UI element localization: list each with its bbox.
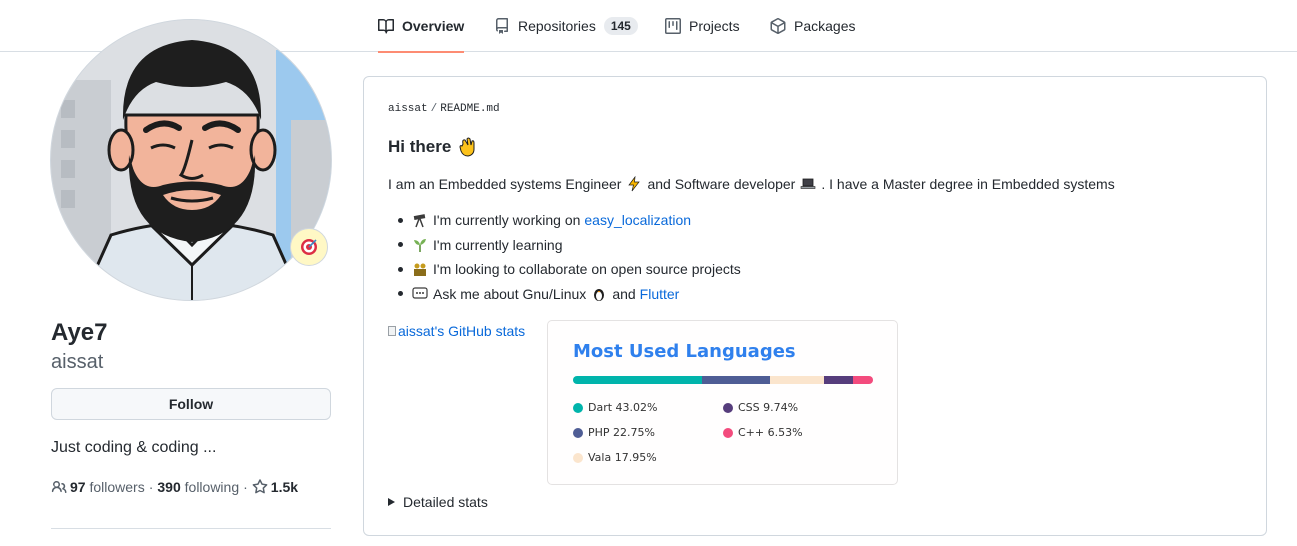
bullet-text: I'm looking to collaborate on open sourc…	[433, 261, 741, 278]
readme-file-link[interactable]: README.md	[440, 103, 499, 115]
path-separator: /	[430, 103, 438, 115]
intro-text: and Software developer	[647, 176, 796, 192]
follow-button[interactable]: Follow	[51, 388, 331, 420]
package-icon	[770, 18, 786, 34]
followers-link[interactable]: 97 followers	[51, 479, 145, 495]
bullet-text: and	[612, 285, 636, 302]
language-progress-bar	[573, 376, 873, 384]
follow-stats: 97 followers · 390 following · 1.5k	[51, 479, 298, 495]
intro-text: . I have a Master degree in Embedded sys…	[821, 176, 1115, 192]
disclosure-triangle-icon	[388, 498, 395, 506]
list-item: I'm looking to collaborate on open sourc…	[398, 257, 741, 282]
language-color-dot	[723, 402, 733, 413]
following-label: following	[184, 479, 240, 495]
language-color-dot	[573, 427, 583, 438]
telescope-icon	[412, 212, 428, 228]
project-icon	[665, 18, 681, 34]
stars-link[interactable]: 1.5k	[252, 479, 298, 495]
penguin-icon	[591, 286, 607, 302]
flutter-link[interactable]: Flutter	[640, 286, 680, 302]
dart-target-icon[interactable]	[290, 228, 328, 266]
language-legend-item: Vala 17.95%	[573, 451, 657, 464]
easy-localization-link[interactable]: easy_localization	[584, 212, 691, 228]
tab-label: Packages	[794, 18, 856, 34]
language-color-dot	[573, 402, 583, 413]
avatar[interactable]	[50, 19, 332, 301]
language-bar-segment	[573, 376, 703, 384]
card-title: Most Used Languages	[573, 341, 796, 362]
most-used-languages-card[interactable]: Most Used Languages Dart 43.02% PHP 22.75…	[547, 320, 898, 485]
profile-login: aissat	[51, 351, 104, 373]
language-percent: 9.74%	[763, 401, 799, 414]
seedling-icon	[412, 237, 428, 253]
stats-alt-text: aissat's GitHub stats	[398, 323, 526, 339]
separator: ·	[148, 479, 154, 495]
tab-projects[interactable]: Projects	[665, 0, 740, 52]
separator: ·	[243, 479, 248, 495]
detailed-stats-toggle[interactable]: Detailed stats	[388, 494, 488, 510]
language-name: CSS	[738, 401, 760, 414]
broken-image-icon	[388, 326, 396, 336]
readme-card: aissat / README.md Hi there I am an Embedd…	[363, 76, 1267, 536]
intro-text: I am an Embedded systems Engineer	[388, 176, 622, 192]
avatar-illustration	[51, 20, 331, 300]
speech-bubble-icon	[412, 286, 428, 302]
followers-label: followers	[89, 479, 145, 495]
tab-label: Projects	[689, 18, 740, 34]
waving-hand-icon	[457, 136, 479, 158]
book-icon	[378, 18, 394, 34]
language-name: Vala	[588, 451, 612, 464]
laptop-icon	[800, 176, 816, 192]
readme-heading: Hi there	[388, 136, 484, 158]
tab-overview[interactable]: Overview	[378, 0, 465, 53]
divider	[51, 528, 331, 529]
repo-icon	[494, 18, 510, 34]
readme-owner-link[interactable]: aissat	[388, 103, 428, 115]
people-icon	[412, 261, 428, 277]
language-legend-item: C++ 6.53%	[723, 426, 803, 439]
followers-count: 97	[70, 479, 86, 495]
language-bar-segment	[702, 376, 771, 384]
lightning-icon	[626, 176, 642, 192]
readme-path: aissat / README.md	[388, 103, 500, 115]
github-stats-image-link[interactable]: aissat's GitHub stats	[388, 323, 525, 339]
list-item: Ask me about Gnu/Linux and Flutter	[398, 282, 741, 307]
readme-bullets: I'm currently working on easy_localizati…	[398, 208, 741, 306]
language-bar-segment	[770, 376, 825, 384]
language-percent: 22.75%	[613, 426, 655, 439]
repo-count-badge: 145	[603, 17, 638, 35]
bullet-text: I'm currently learning	[433, 236, 563, 253]
profile-bio: Just coding & coding ...	[51, 439, 217, 456]
list-item: I'm currently learning	[398, 233, 741, 258]
people-icon	[51, 481, 67, 494]
language-color-dot	[723, 427, 733, 438]
language-bar-segment	[853, 376, 873, 384]
list-item: I'm currently working on easy_localizati…	[398, 208, 741, 233]
language-color-dot	[573, 452, 583, 463]
following-link[interactable]: 390 following	[157, 479, 239, 495]
tab-label: Overview	[402, 18, 465, 34]
readme-intro: I am an Embedded systems Engineer and So…	[388, 176, 1115, 192]
language-percent: 17.95%	[614, 451, 657, 464]
heading-text: Hi there	[388, 137, 452, 156]
bullet-text: Ask me about Gnu/Linux	[433, 285, 587, 302]
tab-packages[interactable]: Packages	[770, 0, 855, 52]
language-percent: 6.53%	[767, 426, 803, 439]
following-count: 390	[157, 479, 181, 495]
profile-name: Aye7	[51, 319, 108, 346]
language-legend-item: CSS 9.74%	[723, 401, 798, 414]
stars-count: 1.5k	[270, 479, 299, 495]
language-legend-item: Dart 43.02%	[573, 401, 658, 414]
language-bar-segment	[824, 376, 854, 384]
language-name: C++	[738, 426, 765, 439]
tab-label: Repositories	[518, 18, 596, 34]
bullet-text: I'm currently working on	[433, 212, 581, 229]
star-icon	[252, 479, 268, 494]
language-legend-item: PHP 22.75%	[573, 426, 655, 439]
tab-repositories[interactable]: Repositories 145	[494, 0, 638, 52]
details-label: Detailed stats	[403, 494, 488, 510]
language-name: PHP	[588, 426, 610, 439]
language-name: Dart	[588, 401, 613, 414]
language-percent: 43.02%	[615, 401, 658, 414]
